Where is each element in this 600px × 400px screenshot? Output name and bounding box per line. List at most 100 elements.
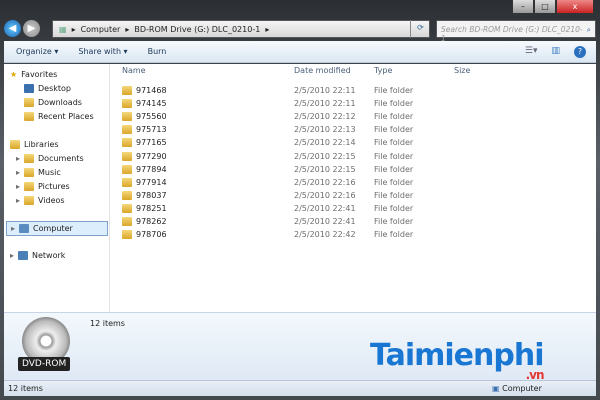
nav-desktop[interactable]: Desktop [24,84,71,93]
file-name: 977914 [136,177,167,187]
nav-downloads[interactable]: Downloads [24,98,82,107]
nav-videos[interactable]: ▸ Videos [16,196,65,205]
command-bar: Organize ▾ Share with ▾ Burn ☰▾ ▥ ? [4,41,596,63]
address-bar[interactable]: ▦ ▸ Computer ▸ BD-ROM Drive (G:) DLC_021… [52,20,430,38]
watermark-brand: Taimienphi [370,338,544,373]
nav-label: Music [38,168,61,177]
file-date: 2/5/2010 22:15 [294,164,356,174]
file-type: File folder [374,86,414,95]
minimize-button[interactable]: – [512,0,534,14]
folder-icon [122,203,132,213]
file-type: File folder [374,164,414,174]
nav-pictures[interactable]: ▸ Pictures [16,182,70,191]
file-row[interactable]: 974145 2/5/2010 22:11 File folder [110,97,596,110]
close-button[interactable]: x [556,0,594,14]
drive-label: DVD-ROM [18,357,71,371]
separator: ▸ [265,24,270,34]
file-type: File folder [374,230,414,240]
star-icon: ★ [10,70,18,79]
nav-documents[interactable]: ▸ Documents [16,154,84,163]
desktop-icon [24,84,34,93]
nav-label: Recent Places [38,112,94,121]
folder-icon [122,217,132,226]
network-icon [18,251,29,260]
search-input[interactable]: Search BD-ROM Drive (G:) DLC_0210-1 ⌕ [436,20,596,43]
file-date: 2/5/2010 22:41 [294,203,356,213]
file-row[interactable]: 975560 2/5/2010 22:12 File folder [110,110,596,123]
file-row[interactable]: 978037 2/5/2010 22:16 File folder [110,189,596,202]
file-date: 2/5/2010 22:13 [294,125,356,135]
nav-label: Favorites [21,70,58,79]
file-date: 2/5/2010 22:16 [294,190,356,200]
view-options-icon[interactable]: ☰▾ [525,46,538,58]
file-row[interactable]: 978706 2/5/2010 22:42 File folder [110,228,596,241]
file-row[interactable]: 971468 2/5/2010 22:11 File folder [110,84,596,97]
file-type: File folder [374,177,414,187]
nav-label: Downloads [38,98,82,107]
file-name: 978037 [136,190,167,200]
nav-music[interactable]: ▸ Music [16,168,61,177]
folder-icon [122,151,132,161]
nav-computer[interactable]: ▸ Computer [6,221,108,236]
preview-pane-icon[interactable]: ▥ [551,46,560,58]
share-with-button[interactable]: Share with ▾ [78,47,127,56]
column-header-type[interactable]: Type [374,66,392,75]
refresh-icon[interactable]: ⟳ [410,20,430,38]
folder-icon [122,230,132,240]
forward-button[interactable]: ▶ [23,20,40,37]
file-type: File folder [374,112,414,122]
organize-button[interactable]: Organize ▾ [16,47,58,56]
status-location: ▣ Computer [492,384,542,393]
separator: ▸ [71,24,76,34]
maximize-button[interactable]: □ [534,0,556,14]
music-icon [24,168,35,177]
file-row[interactable]: 977290 2/5/2010 22:15 File folder [110,150,596,163]
file-name: 978262 [136,217,167,226]
breadcrumb-computer[interactable]: Computer [81,25,121,34]
file-row[interactable]: 978262 2/5/2010 22:41 File folder [110,215,596,228]
file-name: 977165 [136,138,167,148]
recent-places-icon [24,112,34,121]
file-row[interactable]: 977165 2/5/2010 22:14 File folder [110,136,596,149]
file-row[interactable]: 977914 2/5/2010 22:16 File folder [110,176,596,189]
nav-recent-places[interactable]: Recent Places [24,112,94,121]
file-row[interactable]: 978251 2/5/2010 22:41 File folder [110,202,596,215]
folder-icon [122,177,132,187]
breadcrumb-drive[interactable]: BD-ROM Drive (G:) DLC_0210-1 [134,25,260,34]
status-count: 12 items [8,384,43,393]
file-date: 2/5/2010 22:11 [294,99,356,109]
status-bar: 12 items ▣ Computer [4,380,596,396]
file-date: 2/5/2010 22:11 [294,86,356,95]
file-date: 2/5/2010 22:12 [294,112,356,122]
burn-button[interactable]: Burn [148,47,167,56]
file-row[interactable]: 975713 2/5/2010 22:13 File folder [110,123,596,136]
back-button[interactable]: ◀ [4,20,21,37]
videos-icon [24,196,35,205]
nav-label: Videos [38,196,65,205]
file-name: 978706 [136,230,167,240]
file-list: Name Date modified Type Size 971468 2/5/… [110,64,596,312]
nav-label: Libraries [24,140,59,149]
column-header-name[interactable]: Name [122,66,146,75]
file-name: 978251 [136,203,167,213]
file-type: File folder [374,99,414,109]
nav-label: Computer [33,224,73,233]
file-name: 975560 [136,112,167,122]
libraries-icon [10,140,20,149]
column-header-date[interactable]: Date modified [294,66,351,75]
file-name: 977290 [136,151,167,161]
folder-icon [122,190,132,200]
nav-favorites[interactable]: ★ Favorites [10,70,57,79]
column-header-size[interactable]: Size [454,66,470,75]
file-row[interactable]: 977894 2/5/2010 22:15 File folder [110,163,596,176]
nav-label: Network [32,251,66,260]
window-controls: – □ x [512,0,594,14]
folder-icon [122,164,132,174]
nav-network[interactable]: ▸ Network [10,251,65,260]
computer-icon: ▦ [59,24,67,34]
file-type: File folder [374,125,414,135]
file-name: 975713 [136,125,167,135]
documents-icon [24,154,35,163]
nav-libraries[interactable]: Libraries [10,140,59,149]
help-icon[interactable]: ? [574,46,586,58]
